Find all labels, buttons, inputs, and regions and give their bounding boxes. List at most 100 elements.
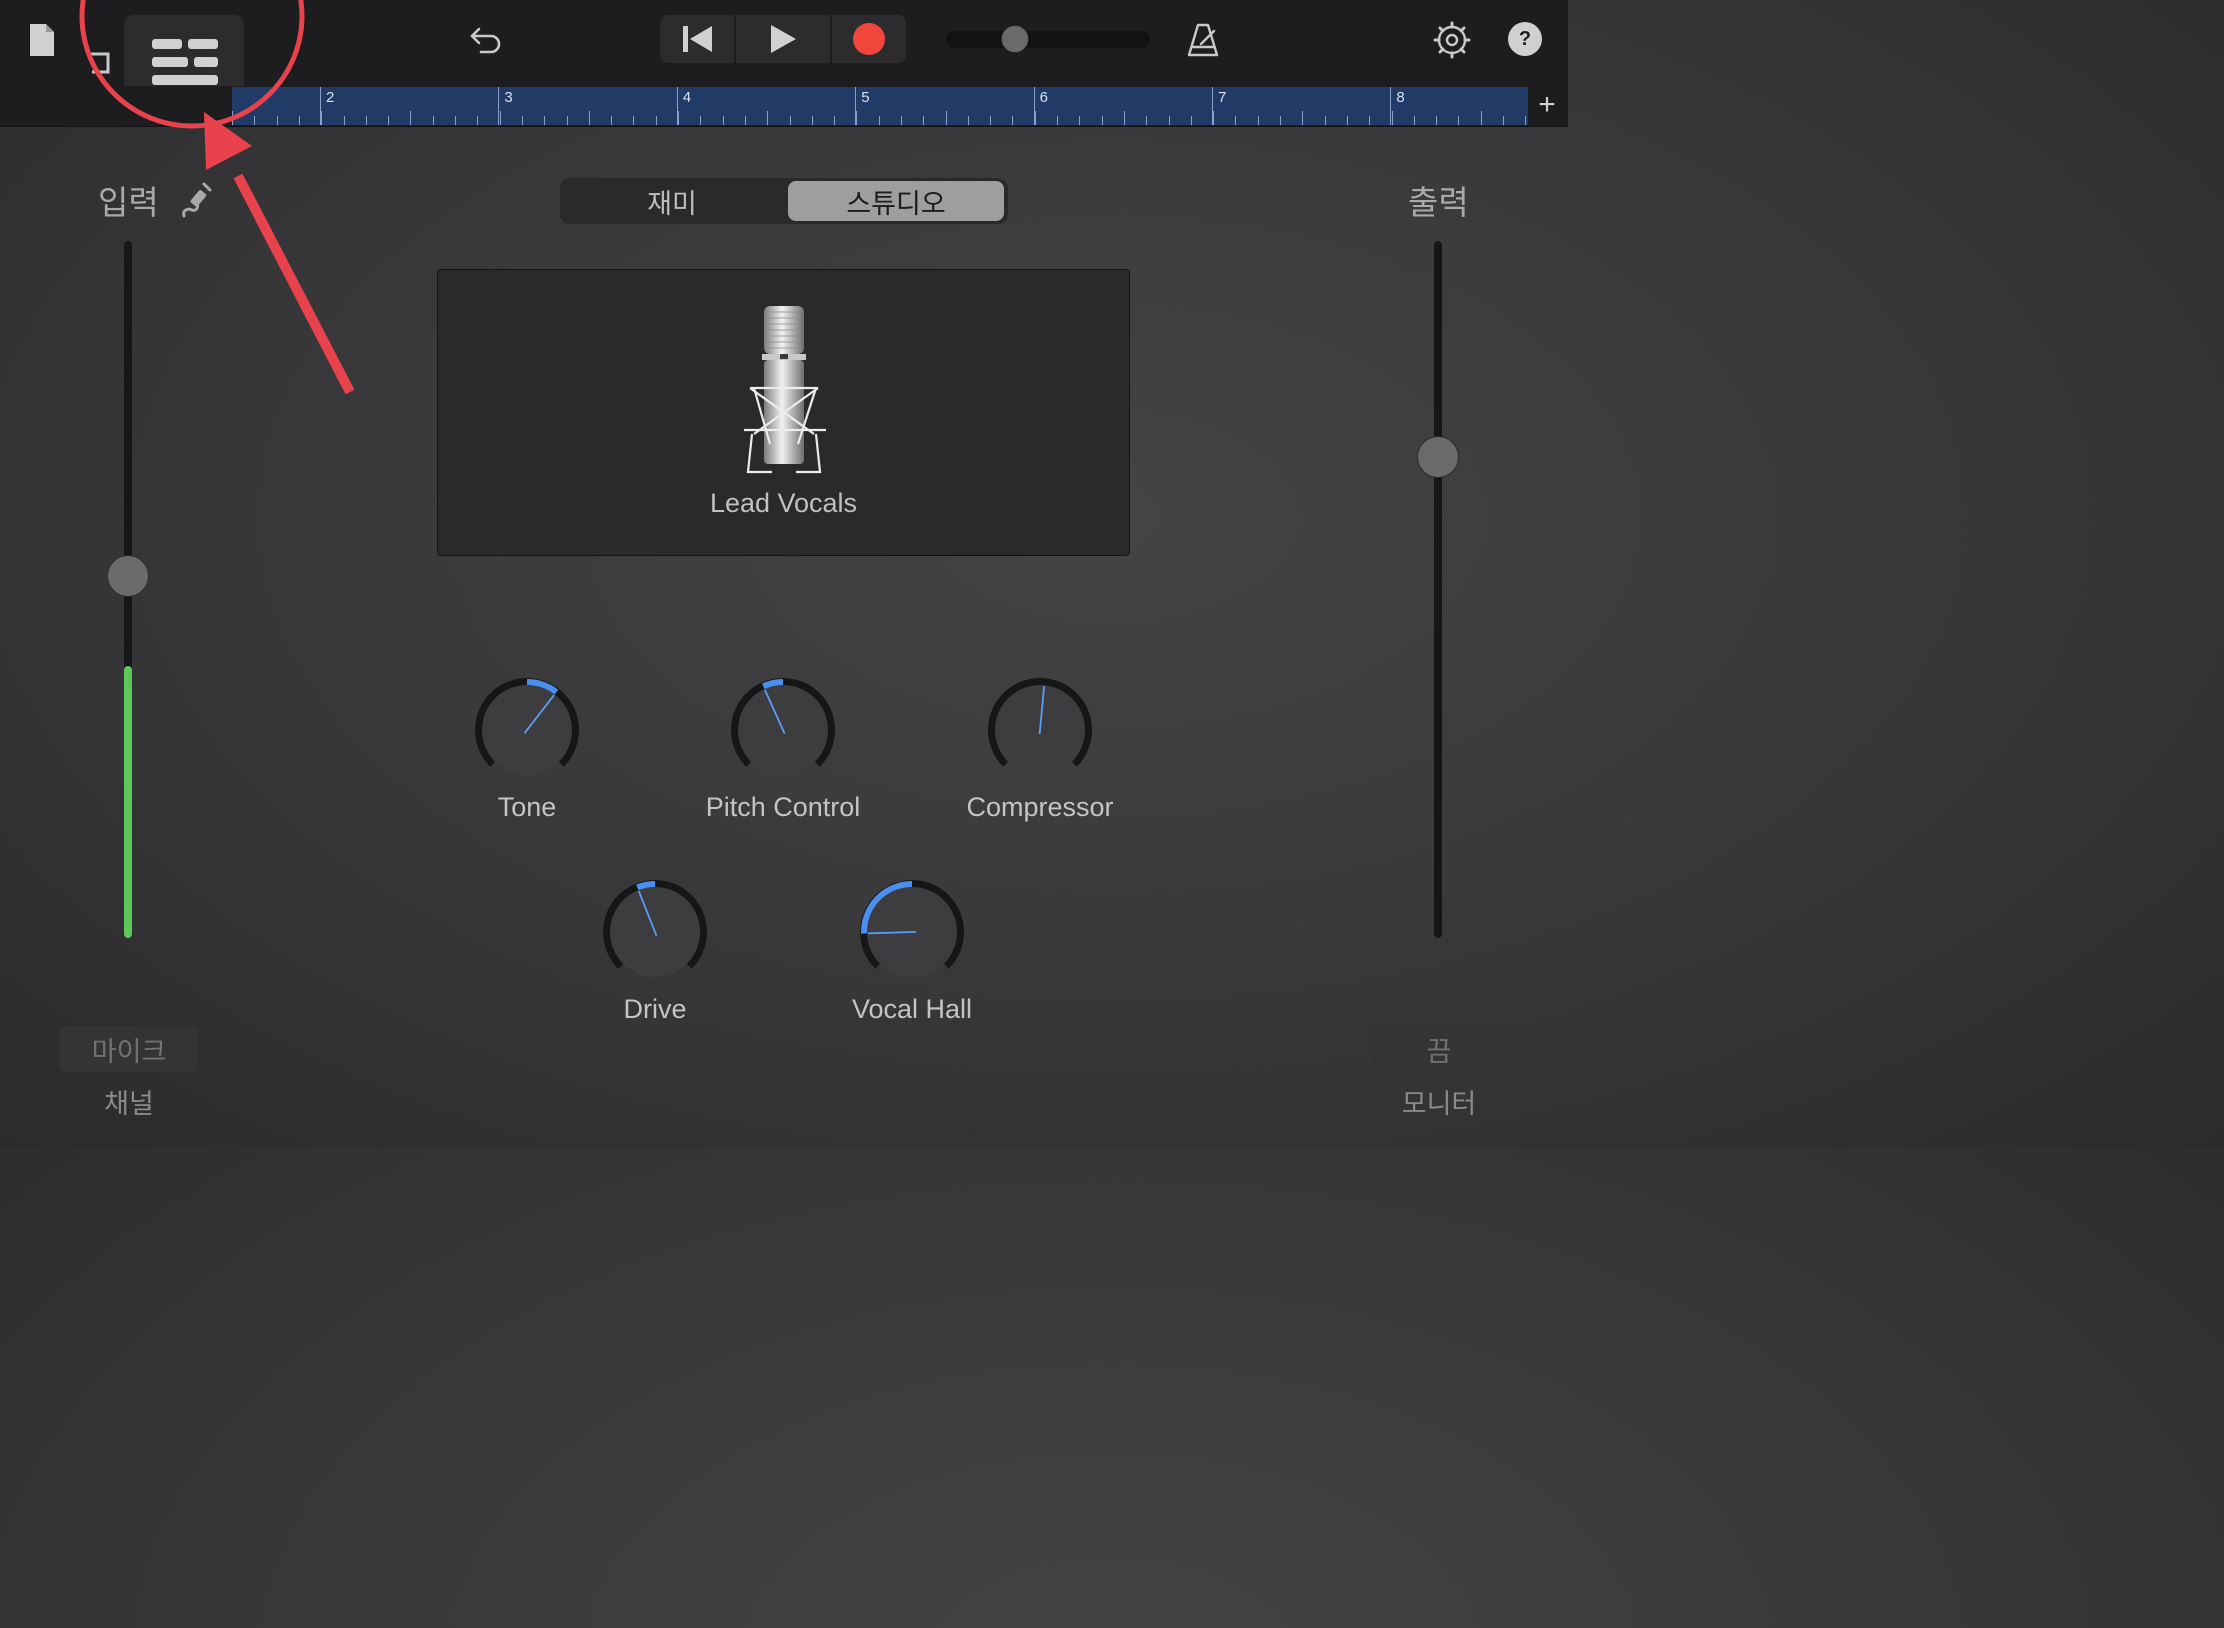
tab-jam[interactable]: 재미 (560, 178, 784, 224)
undo-icon[interactable] (466, 22, 506, 58)
ruler-tick (834, 116, 835, 125)
ruler-tick (946, 111, 947, 125)
ruler-tick (1347, 116, 1348, 125)
transport-controls (660, 15, 906, 63)
ruler-tick (1414, 116, 1415, 125)
monitor-toggle-button[interactable]: 끔 (1370, 1026, 1508, 1072)
annotation-arrow (204, 112, 355, 395)
input-channel-caption: 채널 (104, 1089, 154, 1119)
ruler-tick (1436, 116, 1437, 125)
knob-value-arc (636, 881, 656, 891)
ruler-tick (1191, 116, 1192, 125)
knob-drive[interactable] (595, 872, 715, 992)
ruler-tick (745, 116, 746, 125)
ruler-tick (544, 116, 545, 125)
output-title: 출력 (1408, 184, 1469, 221)
ruler-bar-number: 7 (1218, 89, 1227, 106)
ruler-tick (611, 116, 612, 125)
ruler-tick (678, 111, 679, 125)
ruler-tick (1458, 116, 1459, 125)
ruler-tick (1392, 111, 1393, 125)
ruler-tick (856, 111, 857, 125)
ruler-tick (1213, 111, 1214, 125)
ruler-tick (1169, 116, 1170, 125)
ruler-tick (1503, 116, 1504, 125)
mixer-mode-icon (152, 39, 218, 85)
knob-label: Compressor (966, 792, 1114, 822)
annotation-overlay (79, 0, 355, 395)
input-title: 입력 (98, 184, 159, 221)
ruler-tick (299, 116, 300, 125)
knob-compressor[interactable] (980, 670, 1100, 790)
ruler-tick (1280, 116, 1281, 125)
ruler-tick (923, 116, 924, 125)
ruler-tick (879, 116, 880, 125)
ruler-tick (990, 116, 991, 125)
master-volume-knob[interactable] (1001, 25, 1029, 53)
ruler-tick (1035, 111, 1036, 125)
input-level-fader-knob[interactable] (107, 554, 149, 597)
ruler-tick (633, 116, 634, 125)
knob-tone[interactable] (467, 670, 587, 790)
track-view-icon[interactable] (86, 44, 116, 78)
play-button[interactable] (736, 15, 830, 63)
knob-label: Pitch Control (705, 792, 861, 822)
ruler-tick (254, 116, 255, 125)
ruler-tick (723, 116, 724, 125)
ruler-tick (366, 116, 367, 125)
play-icon (771, 25, 796, 53)
ruler-bar-number: 8 (1396, 89, 1405, 106)
ruler-tick (1258, 116, 1259, 125)
ruler-tick (1325, 116, 1326, 125)
knob-vocal-hall[interactable] (852, 872, 972, 992)
ruler-tick (1057, 116, 1058, 125)
ruler-tick (812, 116, 813, 125)
ruler-tick (1302, 111, 1303, 125)
ruler-tick (656, 116, 657, 125)
input-channel-button[interactable]: 마이크 (60, 1026, 198, 1072)
ruler-tick (700, 116, 701, 125)
output-level-track[interactable] (1434, 241, 1442, 938)
ruler-tick (277, 116, 278, 125)
knob-label: Drive (623, 994, 687, 1024)
monitor-caption: 모니터 (1401, 1089, 1477, 1119)
ruler-tick (589, 111, 590, 125)
ruler-tick (1102, 116, 1103, 125)
record-button[interactable] (832, 15, 906, 63)
add-section-button[interactable]: + (1532, 88, 1562, 122)
mode-segmented-control: 재미 스튜디오 (560, 178, 1008, 224)
ruler-tick (567, 116, 568, 125)
ruler-tick (1369, 116, 1370, 125)
ruler-tick (388, 116, 389, 125)
metronome-icon[interactable] (1184, 20, 1222, 60)
ruler-tick (1235, 116, 1236, 125)
preset-name: Lead Vocals (709, 488, 858, 518)
knob-pitch-control[interactable] (723, 670, 843, 790)
ruler-tick (1481, 111, 1482, 125)
master-volume-slider[interactable] (946, 31, 1150, 48)
ruler-tick (968, 116, 969, 125)
ruler-bar-number: 4 (682, 89, 692, 106)
help-icon[interactable]: ? (1508, 22, 1542, 56)
ruler-tick (321, 111, 322, 125)
output-level-fader-knob[interactable] (1417, 436, 1459, 479)
ruler-tick (433, 116, 434, 125)
ruler-tick (1146, 116, 1147, 125)
timeline-ruler[interactable]: 2 3 4 5 6 7 8 (232, 87, 1528, 125)
input-plug-icon[interactable] (178, 180, 214, 220)
ruler-tick (1525, 116, 1526, 125)
ruler-tick (1124, 111, 1125, 125)
go-to-start-button[interactable] (660, 15, 734, 63)
knob-label: Vocal Hall (851, 994, 973, 1024)
ruler-bar-number: 2 (326, 89, 335, 106)
knob-label: Tone (497, 792, 557, 822)
tab-studio[interactable]: 스튜디오 (788, 181, 1004, 221)
document-icon[interactable] (26, 20, 58, 60)
ruler-tick (344, 116, 345, 125)
ruler-tick (1079, 116, 1080, 125)
settings-icon[interactable] (1432, 20, 1472, 60)
ruler-tick (410, 111, 411, 125)
ruler-bar-number: 5 (861, 89, 870, 106)
ruler-tick (477, 116, 478, 125)
ruler-bar-number: 6 (1039, 89, 1048, 106)
